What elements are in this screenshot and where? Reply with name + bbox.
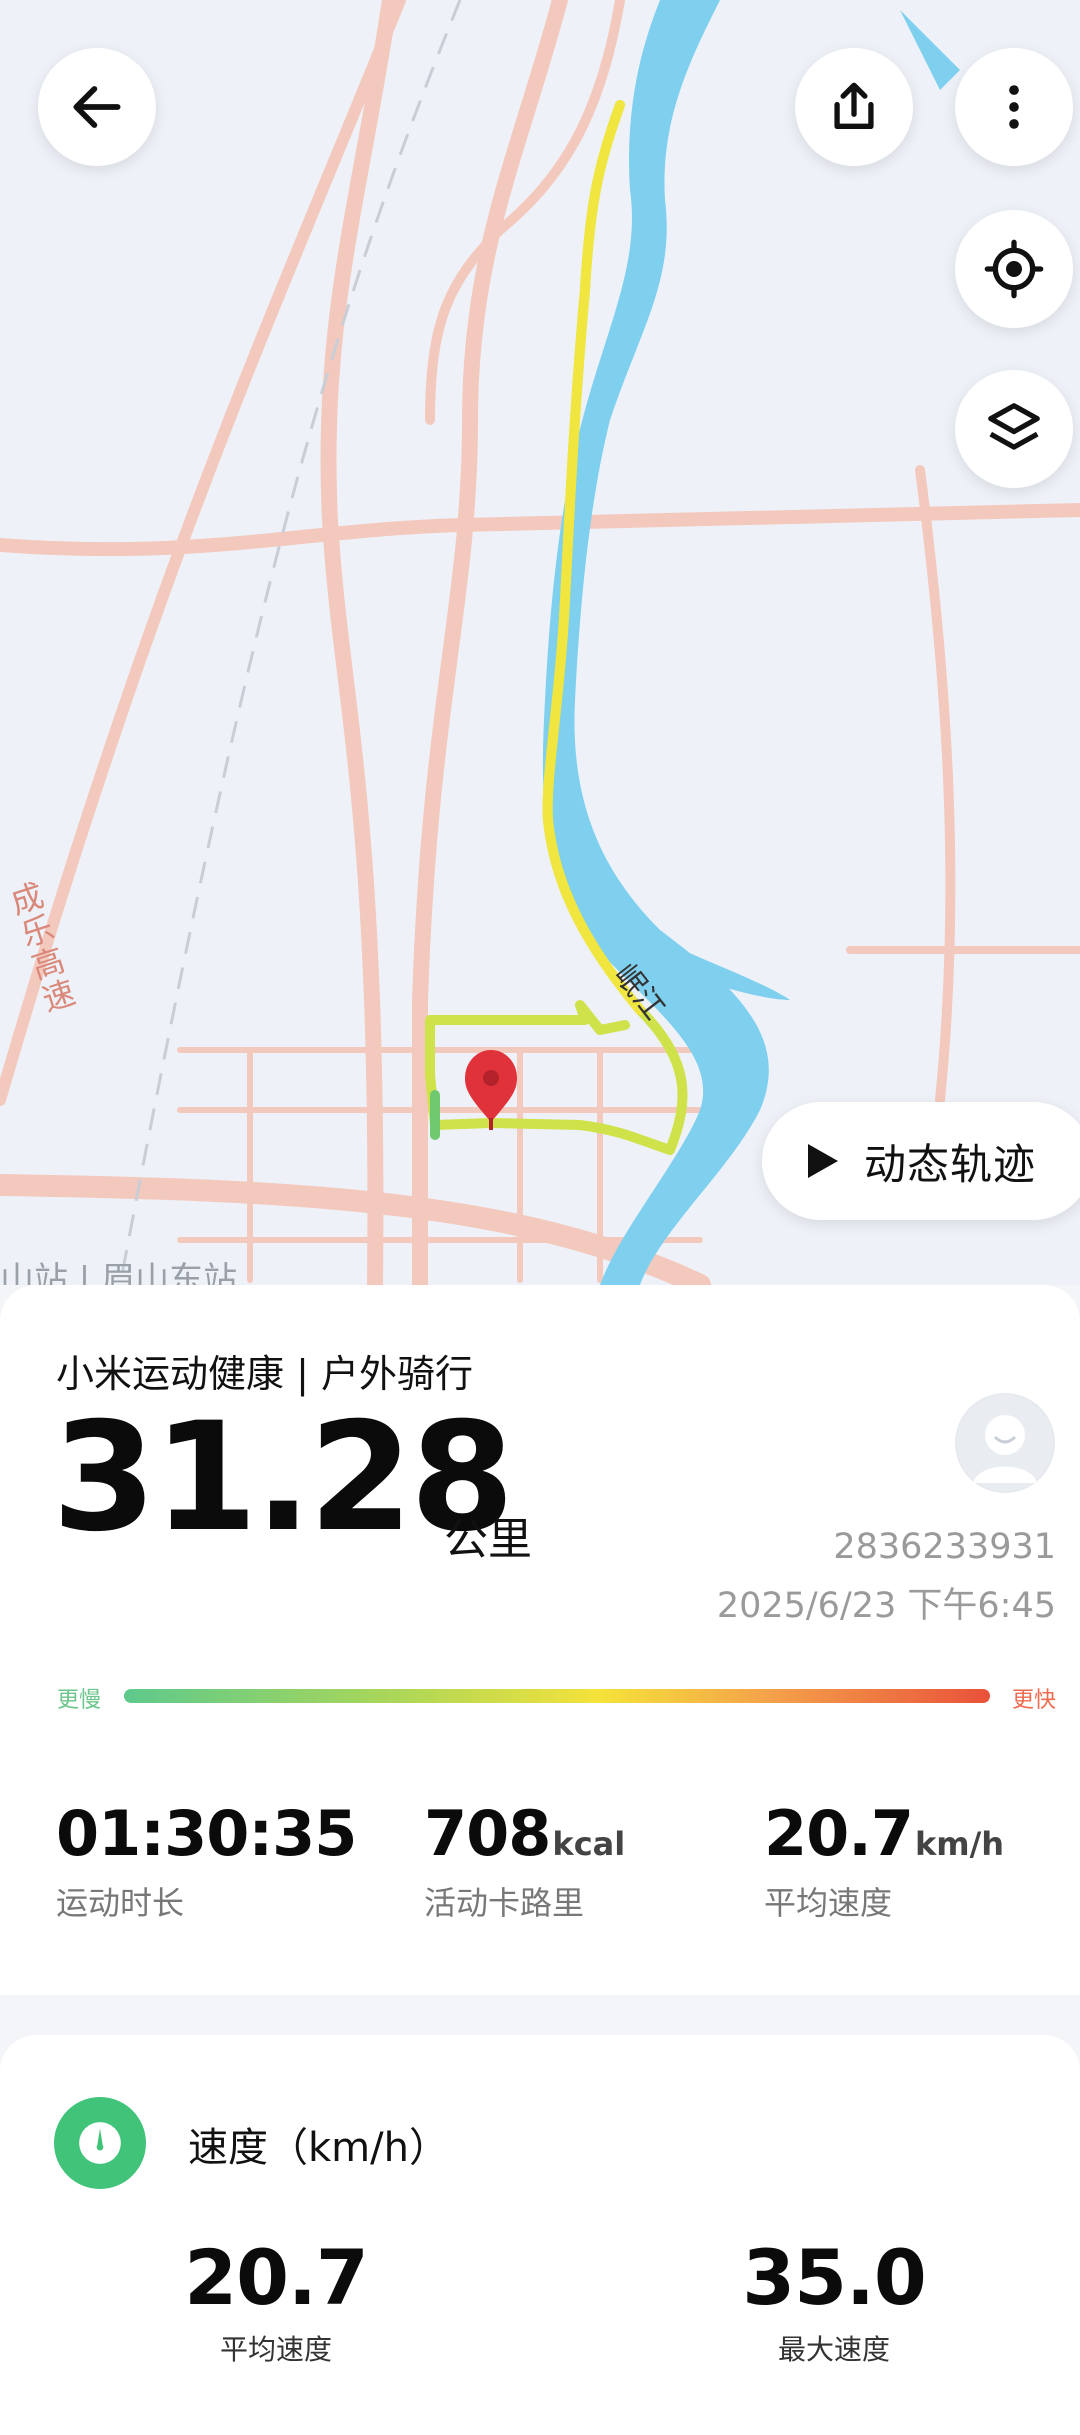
location-pin-icon	[465, 1050, 517, 1130]
layers-icon	[988, 403, 1040, 450]
map-base	[0, 0, 1080, 1285]
source-label: 小米运动健康 | 户外骑行	[56, 1352, 473, 1396]
dynamic-track-label: 动态轨迹	[864, 1139, 1037, 1189]
play-icon	[808, 1144, 838, 1178]
dynamic-track-button[interactable]: 动态轨迹	[762, 1102, 1080, 1220]
distance-value: 31.28	[52, 1391, 514, 1565]
speed-avg-label: 平均速度	[219, 2333, 332, 2366]
speed-avg: 20.7 平均速度	[126, 2233, 426, 2368]
speed-max-label: 最大速度	[777, 2333, 890, 2366]
route-map[interactable]: 成乐高速 岷江 山站 | 眉山东站 动态轨迹	[0, 0, 1080, 1285]
speed-gradient-bar	[124, 1689, 990, 1703]
station-label: 山站 | 眉山东站	[0, 1260, 238, 1285]
more-button[interactable]	[955, 48, 1073, 166]
workout-datetime: 2025/6/23 下午6:45	[716, 1586, 1056, 1626]
avg-speed-label: 平均速度	[764, 1884, 893, 1922]
arrow-left-icon	[73, 86, 121, 128]
speed-max: 35.0 最大速度	[684, 2233, 984, 2368]
share-button[interactable]	[795, 48, 913, 166]
duration-label: 运动时长	[56, 1884, 185, 1922]
speed-max-value: 35.0	[742, 2233, 927, 2322]
calories-label: 活动卡路里	[424, 1884, 585, 1922]
stat-duration: 01:30:35 运动时长	[56, 1797, 358, 1924]
avg-speed-value: 20.7	[764, 1797, 914, 1870]
calories-unit: kcal	[552, 1825, 626, 1863]
distance-unit: 公里	[444, 1514, 532, 1565]
user-avatar-icon	[957, 1395, 1053, 1491]
user-id: 2836233931	[833, 1527, 1056, 1567]
avatar[interactable]	[955, 1393, 1055, 1493]
share-icon	[834, 82, 874, 129]
faster-label: 更快	[1011, 1688, 1056, 1713]
duration-value: 01:30:35	[56, 1797, 357, 1870]
stat-calories: 708kcal 活动卡路里	[424, 1797, 625, 1924]
avg-speed-unit: km/h	[914, 1825, 1005, 1863]
stat-avg-speed: 20.7km/h 平均速度	[764, 1797, 1004, 1924]
layers-button[interactable]	[955, 370, 1073, 488]
more-vertical-icon	[1009, 85, 1019, 129]
calories-value: 708	[424, 1797, 551, 1870]
speedometer-icon	[54, 2097, 146, 2189]
speed-avg-value: 20.7	[184, 2233, 369, 2322]
locate-icon	[984, 239, 1044, 299]
speed-card[interactable]: 速度（km/h） 20.7 平均速度 35.0 最大速度	[0, 2035, 1080, 2435]
summary-card: 小米运动健康 | 户外骑行 31.28 公里 2836233931 2025/6…	[0, 1285, 1080, 1995]
back-button[interactable]	[38, 48, 156, 166]
locate-button[interactable]	[955, 210, 1073, 328]
slower-label: 更慢	[57, 1688, 102, 1713]
speed-section-title: 速度（km/h）	[188, 2125, 449, 2171]
